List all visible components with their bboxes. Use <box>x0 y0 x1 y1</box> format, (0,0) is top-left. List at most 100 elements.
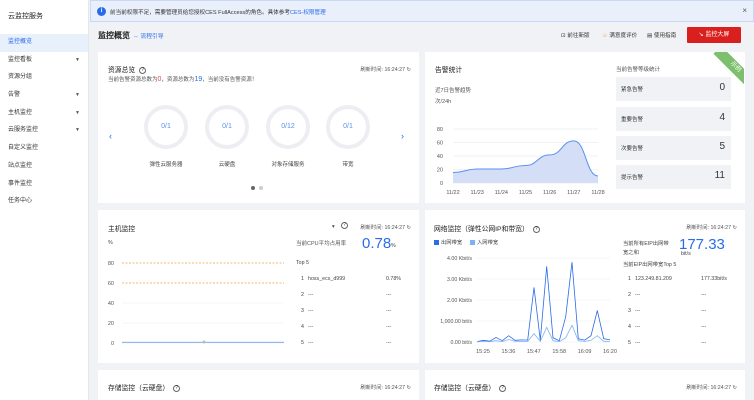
alarm-level-label: 提示告警 <box>621 175 644 181</box>
cpu-point[interactable] <box>202 340 206 344</box>
sidebar-item-label: 任务中心 <box>8 198 33 205</box>
resource-ring[interactable]: 0/1 <box>326 105 370 149</box>
guide-link[interactable]: ⇔ 流程引导 <box>133 31 164 40</box>
sidebar-item[interactable]: 监控看板 ▼ <box>0 52 88 70</box>
refresh-time: 刷新时间: 16:24:27 ↻ <box>686 385 737 391</box>
satisfaction-button[interactable]: ☺ 满意度评价 <box>602 31 637 39</box>
y-tick-label: 20 <box>108 321 114 327</box>
alarm-level-row[interactable]: 紧急告警 0 <box>616 77 731 101</box>
alarm-level-label: 紧急告警 <box>621 87 644 93</box>
x-tick-label: 15:47 <box>527 349 541 355</box>
x-tick-label: 11/23 <box>470 190 483 196</box>
resource-ring[interactable]: 0/1 <box>144 105 188 149</box>
sidebar-item[interactable]: 资源分组 <box>0 69 88 87</box>
sidebar-item-label: 资源分组 <box>8 74 33 81</box>
refresh-icon[interactable]: ↻ <box>733 385 737 391</box>
sidebar-item-label: 监控看板 <box>8 56 33 63</box>
flow-icon: ⇔ <box>133 34 139 40</box>
smile-icon: ☺ <box>602 33 608 39</box>
sidebar-item-label: 站点监控 <box>8 162 33 169</box>
prev-arrow-icon[interactable]: ‹ <box>109 131 112 141</box>
y-tick-label: 80 <box>437 127 443 133</box>
ring-value: 0/1 <box>343 123 353 130</box>
chevron-down-icon: ▼ <box>75 109 80 116</box>
alarm-level-value: 11 <box>714 170 725 181</box>
user-guide-button[interactable]: ▤ 使用指南 <box>647 31 676 39</box>
x-tick-label: 11/28 <box>591 190 604 196</box>
goto-new-version-button[interactable]: ⊡ 前往新版 <box>561 31 590 39</box>
close-icon[interactable]: × <box>742 6 747 15</box>
alarm-level-row[interactable]: 提示告警 11 <box>616 165 731 189</box>
bandwidth-series-line <box>476 262 611 342</box>
y-tick-label: 0 <box>111 341 114 347</box>
sidebar-item[interactable]: 站点监控 <box>0 158 88 176</box>
external-icon: ⊡ <box>561 33 566 39</box>
alarm-level-row[interactable]: 重要告警 4 <box>616 107 731 131</box>
storage-monitor-obs-card: 存储监控（云硬盘）? 刷新时间: 16:24:27 ↻ <box>425 370 745 400</box>
y-tick-label: 60 <box>437 141 443 147</box>
notice-text: 前当前权限不足，需要管理员给您授权CES FullAccess的角色。具体参考C… <box>110 10 326 16</box>
monitor-screen-button[interactable]: ↘ 监控大屏 <box>687 27 741 43</box>
help-icon[interactable]: ? <box>499 384 507 392</box>
alarm-level-label: 次要告警 <box>621 146 644 152</box>
sidebar-item[interactable]: 主机监控 ▼ <box>0 105 88 123</box>
sidebar-item[interactable]: 监控概览 <box>0 34 88 52</box>
resource-overview-card: 资源总览? 刷新时间: 16:24:27 ↻ 当前告警资源总数为0，资源总数为1… <box>98 52 419 203</box>
brand-title: 云监控服务 <box>8 13 43 20</box>
alarm-level-value: 4 <box>719 112 725 123</box>
x-tick-label: 16:20 <box>603 349 617 355</box>
network-monitor-card: 网络监控（弹性公网IP和带宽）? 刷新时间: 16:24:27 ↻ 出网带宽 入… <box>425 210 745 363</box>
ring-value: 0/1 <box>161 123 171 130</box>
help-icon[interactable]: ? <box>139 66 147 74</box>
ring-label: 对象存储服务 <box>271 162 305 168</box>
page-dot[interactable] <box>259 186 263 190</box>
sidebar-item[interactable]: 任务中心 <box>0 193 88 211</box>
resource-summary: 当前告警资源总数为0，资源总数为19，当前没有告警资源！ <box>108 76 258 83</box>
x-tick-label: 15:58 <box>552 349 566 355</box>
permission-notice: i 前当前权限不足，需要管理员给您授权CES FullAccess的角色。具体参… <box>90 0 754 22</box>
x-tick-label: 11/22 <box>446 190 459 196</box>
page-dot-active[interactable] <box>251 186 255 190</box>
x-tick-label: 11/24 <box>495 190 508 196</box>
info-icon: i <box>97 7 106 16</box>
notice-link[interactable]: CES-权限管理 <box>290 10 326 16</box>
alarm-level-value: 0 <box>719 82 725 93</box>
chevron-down-icon: ▼ <box>75 127 80 134</box>
sidebar-item-label: 主机监控 <box>8 109 33 116</box>
sidebar-item[interactable]: 事件监控 <box>0 176 88 194</box>
ring-value: 0/1 <box>222 123 232 130</box>
y-tick-label: 3.00 Kbit/s <box>447 277 472 283</box>
refresh-icon[interactable]: ↻ <box>407 67 411 73</box>
y-tick-label: 0 <box>440 181 443 187</box>
sidebar-item-label: 自定义监控 <box>8 145 39 152</box>
y-tick-label: 0.00 bit/s <box>451 340 473 346</box>
network-bandwidth-chart: 0.00 bit/s 1,000.00 bit/s 2.00 Kbit/s 3.00 … <box>440 256 617 355</box>
x-tick-label: 11/25 <box>519 190 532 196</box>
sidebar-item[interactable]: 云服务监控 ▼ <box>0 122 88 140</box>
resource-ring[interactable]: 0/1 <box>205 105 249 149</box>
resource-ring[interactable]: 0/12 <box>266 105 310 149</box>
y-tick-label: 40 <box>437 154 443 160</box>
alarm-level-label: 重要告警 <box>621 117 644 123</box>
host-monitor-card: 主机监控 ▾ ? 刷新时间: 16:24:27 ↻ 当前CPU平均占用率 0.7… <box>98 210 419 363</box>
next-arrow-icon[interactable]: › <box>401 131 404 141</box>
card-title: 存储监控（云硬盘）? <box>108 382 181 392</box>
alarm-level-value: 5 <box>719 141 725 152</box>
refresh-time: 刷新时间: 16:24:27 ↻ <box>360 67 411 73</box>
sidebar-item[interactable]: 自定义监控 <box>0 140 88 158</box>
y-tick-label: 80 <box>108 261 114 267</box>
host-cpu-chart: 0 20 40 60 80 <box>108 261 284 347</box>
sidebar-item-label: 事件监控 <box>8 180 33 187</box>
ring-label: 弹性云服务器 <box>149 162 183 168</box>
screen-icon: ↘ <box>698 32 704 38</box>
ring-label: 云硬盘 <box>218 162 236 168</box>
x-tick-label: 15:36 <box>502 349 516 355</box>
sidebar-item[interactable]: 告警 ▼ <box>0 87 88 105</box>
refresh-icon[interactable]: ↻ <box>407 385 411 391</box>
chevron-down-icon: ▼ <box>75 56 80 63</box>
alarm-level-row[interactable]: 次要告警 5 <box>616 136 731 160</box>
help-icon[interactable]: ? <box>173 384 181 392</box>
trend-area <box>453 140 598 183</box>
y-tick-label: 40 <box>108 301 114 307</box>
card-title: 存储监控（云硬盘）? <box>434 382 507 392</box>
